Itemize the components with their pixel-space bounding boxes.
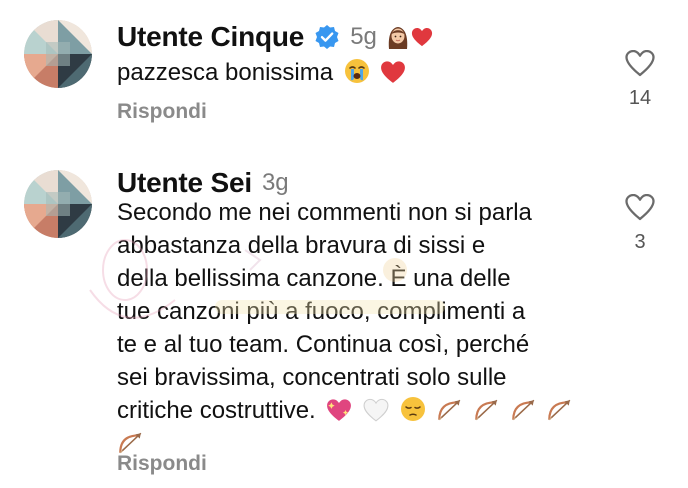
red-heart-emoji (381, 61, 406, 83)
red-heart-emoji (411, 28, 432, 47)
comment-text-line: abbastanza della bravura di sissi e (117, 232, 486, 259)
comment-header: Utente Cinque 5g (117, 20, 433, 54)
crying-face-emoji (344, 59, 369, 83)
comment: Utente Cinque 5g pazzesca bonissima Risp… (0, 0, 688, 160)
woman-emoji (388, 27, 408, 49)
comment-text: pazzesca bonissima (117, 56, 406, 89)
comment: Utente Sei 3g Secondo me nei commenti no… (0, 160, 688, 488)
comment-text: Secondo me nei commenti non si parla abb… (117, 196, 572, 460)
username[interactable]: Utente Cinque (117, 21, 304, 53)
bow-and-arrow-emoji (475, 399, 499, 421)
white-heart-emoji (363, 398, 389, 422)
comment-time: 5g (350, 23, 377, 50)
reply-button[interactable]: Rispondi (117, 100, 207, 124)
bow-and-arrow-emoji (438, 399, 462, 421)
like-count: 3 (634, 231, 646, 253)
comment-text-line: te e al tuo team. Continua così, perché (117, 331, 530, 358)
comment-text-line: tue canzoni più a fuoco, complimenti a (117, 298, 526, 325)
comment-header: Utente Sei 3g (117, 166, 289, 200)
comment-text-line: sei bravissima, concentrati solo sulle (117, 364, 507, 391)
heart-outline-icon[interactable] (625, 194, 655, 221)
heart-outline-icon[interactable] (625, 50, 655, 77)
sparkling-heart-emoji (327, 399, 352, 421)
comment-time: 3g (261, 169, 289, 196)
header-emojis (385, 24, 433, 50)
bow-and-arrow-emoji (548, 399, 572, 421)
username[interactable]: Utente Sei (117, 167, 252, 199)
comment-text-line: della bellissima canzone. È una delle (117, 265, 511, 292)
comment-text-line: Secondo me nei commenti non si parla (117, 199, 532, 226)
comment-text-line: critiche costruttive. (117, 397, 316, 424)
like-button[interactable]: 14 (618, 50, 662, 110)
avatar[interactable] (24, 170, 92, 238)
like-button[interactable]: 3 (618, 194, 662, 254)
verified-badge-icon (314, 24, 340, 50)
bow-and-arrow-emoji (511, 399, 535, 421)
comment-text-line: pazzesca bonissima (117, 59, 334, 86)
like-count: 14 (628, 87, 652, 109)
avatar[interactable] (24, 20, 92, 88)
pensive-face-emoji (400, 397, 425, 421)
reply-button[interactable]: Rispondi (117, 452, 207, 476)
